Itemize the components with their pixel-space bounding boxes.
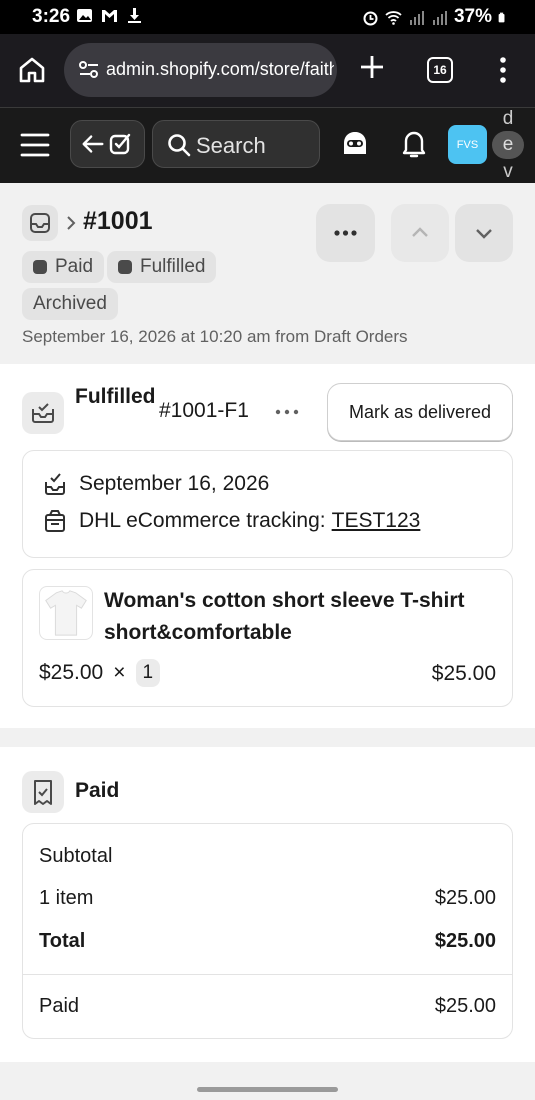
wifi-icon xyxy=(385,10,402,25)
mark-as-delivered-button[interactable]: Mark as delivered xyxy=(327,383,513,441)
download-icon xyxy=(128,8,141,23)
package-icon xyxy=(45,510,65,532)
subtotal-row: Subtotal xyxy=(39,845,496,868)
home-icon[interactable] xyxy=(18,56,46,84)
product-thumbnail[interactable] xyxy=(39,586,93,640)
subtotal-label: Subtotal xyxy=(39,845,113,867)
fulfilled-section-icon xyxy=(22,392,64,434)
hamburger-menu-icon[interactable] xyxy=(20,131,50,159)
items-row: 1 item $25.00 xyxy=(39,887,496,910)
summary-divider xyxy=(23,974,512,975)
tracking-number-link[interactable]: TEST123 xyxy=(332,509,421,533)
total-row: Total $25.00 xyxy=(39,930,496,953)
bell-icon[interactable] xyxy=(400,128,428,160)
product-name[interactable]: Woman's cotton short sleeve T-shirt shor… xyxy=(104,585,504,649)
site-settings-icon[interactable] xyxy=(78,60,100,80)
previous-order-button[interactable] xyxy=(391,204,449,262)
payment-summary: Subtotal 1 item $25.00 Total $25.00 Paid… xyxy=(22,823,513,1039)
items-value: $25.00 xyxy=(434,887,496,909)
fulfillment-title: Fulfilled xyxy=(75,385,156,408)
tracking-label: DHL eCommerce tracking: xyxy=(79,509,326,532)
archived-badge: Archived xyxy=(22,288,118,320)
unit-price: $25.00 xyxy=(39,661,104,684)
chevron-right-icon xyxy=(67,216,76,230)
tracking-row: DHL eCommerce tracking: TEST123 xyxy=(43,509,420,533)
ellipsis-icon xyxy=(334,230,357,236)
search-label: Search xyxy=(196,133,266,158)
fulfillment-date: September 16, 2026 xyxy=(79,472,270,495)
dev-letter-d: d xyxy=(502,108,514,129)
orders-nav-button[interactable] xyxy=(22,205,58,241)
sidekick-icon[interactable] xyxy=(340,129,370,159)
receipt-check-icon xyxy=(34,780,52,805)
status-bar: 3:26 37% xyxy=(0,0,535,34)
quantity-badge: 1 xyxy=(135,659,161,687)
battery-icon xyxy=(498,12,505,22)
next-order-button[interactable] xyxy=(455,204,513,262)
fulfillment-status-label: Fulfilled xyxy=(140,256,206,277)
address-bar[interactable]: admin.shopify.com/store/faith xyxy=(64,43,337,97)
order-created-meta: September 16, 2026 at 10:20 am from Draf… xyxy=(22,327,408,346)
signal-icon xyxy=(409,10,424,25)
search-icon xyxy=(168,134,191,157)
order-page: #1001 Paid Fulfilled Archived September … xyxy=(0,183,535,1100)
fulfillment-id: #1001-F1 xyxy=(159,399,249,422)
browser-toolbar: admin.shopify.com/store/faith 16 xyxy=(0,34,535,108)
status-dot-icon xyxy=(33,260,47,274)
dev-letter-e: e xyxy=(492,131,524,159)
fulfillment-status-badge: Fulfilled xyxy=(107,251,217,283)
tshirt-image xyxy=(45,590,87,636)
edit-icon xyxy=(109,133,131,155)
store-avatar[interactable]: FVS xyxy=(448,125,487,164)
chevron-up-icon xyxy=(412,227,428,237)
payment-status-badge: Paid xyxy=(22,251,105,283)
paid-section-icon xyxy=(22,771,64,813)
url-text[interactable]: admin.shopify.com/store/faith xyxy=(106,59,334,80)
dev-badge[interactable]: d e v xyxy=(491,108,525,183)
paid-value: $25.00 xyxy=(434,995,496,1017)
fulfillment-more-icon[interactable] xyxy=(272,397,302,427)
archived-label: Archived xyxy=(33,293,107,314)
order-header: #1001 Paid Fulfilled Archived September … xyxy=(0,183,535,364)
payment-status-label: Paid xyxy=(55,256,94,277)
admin-topbar: Search FVS d e v xyxy=(0,108,535,183)
more-actions-button[interactable] xyxy=(316,204,375,262)
battery-percent: 37% xyxy=(453,6,492,27)
delivered-check-icon xyxy=(45,473,65,495)
dev-letter-v: v xyxy=(503,161,513,182)
alarm-icon xyxy=(363,11,378,25)
gmail-icon xyxy=(102,10,117,22)
gallery-icon xyxy=(77,9,92,22)
arrow-left-icon xyxy=(82,135,104,153)
fulfilled-box-icon xyxy=(32,403,54,423)
payment-title: Paid xyxy=(75,779,120,802)
paid-row: Paid $25.00 xyxy=(39,995,496,1018)
total-value: $25.00 xyxy=(434,930,496,952)
inbox-icon xyxy=(30,213,50,233)
items-label: 1 item xyxy=(39,887,94,909)
item-price-qty: $25.00 × 1 xyxy=(39,659,161,687)
new-tab-icon[interactable] xyxy=(359,54,385,80)
gesture-nav-handle[interactable] xyxy=(197,1087,338,1092)
total-label: Total xyxy=(39,930,86,952)
tracking-box: September 16, 2026 DHL eCommerce trackin… xyxy=(22,450,513,558)
back-to-editor-button[interactable] xyxy=(70,120,145,168)
order-number: #1001 xyxy=(83,207,153,235)
signal-icon-2 xyxy=(432,10,447,25)
fulfillment-card: Fulfilled #1001-F1 Mark as delivered Sep… xyxy=(0,364,535,728)
times-sign: × xyxy=(113,661,126,684)
status-dot-icon xyxy=(118,260,132,274)
status-time: 3:26 xyxy=(32,6,71,27)
line-total: $25.00 xyxy=(431,662,496,685)
tab-switcher-button[interactable]: 16 xyxy=(427,57,453,83)
line-item: Woman's cotton short sleeve T-shirt shor… xyxy=(22,569,513,707)
payment-card: Paid Subtotal 1 item $25.00 Total $25.00… xyxy=(0,747,535,1062)
paid-label: Paid xyxy=(39,995,80,1017)
search-input[interactable]: Search xyxy=(152,120,320,168)
chevron-down-icon xyxy=(476,229,492,239)
fulfillment-date-row: September 16, 2026 xyxy=(43,472,269,496)
browser-menu-icon[interactable] xyxy=(494,56,512,84)
